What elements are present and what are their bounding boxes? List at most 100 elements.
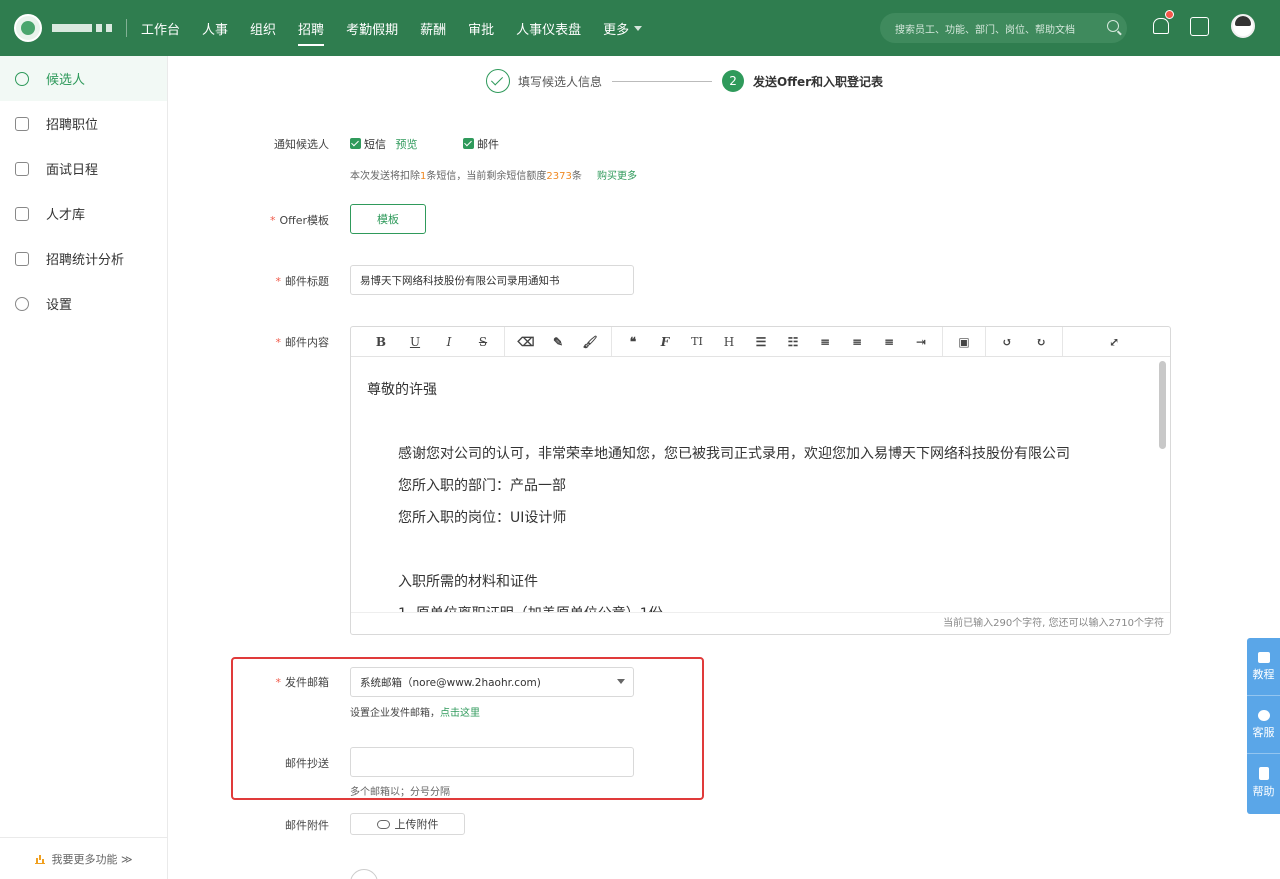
tutorial-icon bbox=[1257, 651, 1270, 663]
image-icon[interactable]: ▣ bbox=[953, 335, 975, 349]
float-label: 帮助 bbox=[1252, 785, 1275, 798]
font-size-icon[interactable]: TI bbox=[686, 335, 708, 348]
people-icon bbox=[15, 71, 29, 86]
chat-icon bbox=[1257, 709, 1270, 721]
nav-salary[interactable]: 薪酬 bbox=[420, 0, 446, 56]
nav-workbench[interactable]: 工作台 bbox=[141, 0, 180, 56]
undo-icon[interactable]: ↺ bbox=[996, 335, 1018, 349]
nav-more[interactable]: 更多 bbox=[603, 0, 643, 56]
underline-icon[interactable]: U bbox=[404, 335, 426, 349]
align-center-icon[interactable]: ≡ bbox=[846, 335, 868, 349]
customer-service-button[interactable]: 客服 bbox=[1247, 696, 1280, 754]
attach-label: 邮件附件 bbox=[285, 819, 329, 832]
briefcase-icon bbox=[15, 116, 29, 131]
expand-icon[interactable]: ⤢ bbox=[1103, 335, 1125, 349]
help-button[interactable]: 帮助 bbox=[1247, 754, 1280, 812]
editor-toolbar: B U I S ⌫ ✎ 🖌 ❝ F TI H ☰ ☷ ≡ ≡ ≡ ⇥ ▣ ↺ ↻… bbox=[351, 327, 1170, 357]
avatar[interactable] bbox=[1231, 14, 1255, 38]
sms-label: 短信 bbox=[364, 138, 386, 151]
tutorial-button[interactable]: 教程 bbox=[1247, 638, 1280, 696]
editor-scrollbar[interactable] bbox=[1159, 361, 1166, 449]
strikethrough-icon[interactable]: S bbox=[472, 335, 494, 349]
nav-hr[interactable]: 人事 bbox=[202, 0, 228, 56]
nav-attendance[interactable]: 考勤假期 bbox=[346, 0, 398, 56]
bar-chart-icon bbox=[15, 251, 29, 266]
rich-text-editor[interactable]: B U I S ⌫ ✎ 🖌 ❝ F TI H ☰ ☷ ≡ ≡ ≡ ⇥ ▣ ↺ ↻… bbox=[350, 326, 1171, 635]
quote-icon[interactable]: ❝ bbox=[622, 335, 644, 349]
sms-preview-link[interactable]: 预览 bbox=[396, 138, 418, 151]
sender-setup-link[interactable]: 点击这里 bbox=[440, 708, 480, 719]
sms-note: 本次发送将扣除1条短信，当前剩余短信额度2373条 购买更多 bbox=[350, 167, 637, 182]
eraser-icon[interactable]: ⌫ bbox=[515, 335, 537, 349]
cloud-upload-icon bbox=[376, 819, 390, 829]
heading-icon[interactable]: H bbox=[718, 335, 740, 349]
subject-input[interactable]: 易博天下网络科技股份有限公司录用通知书 bbox=[350, 265, 634, 295]
sms-checkbox[interactable]: 短信 bbox=[350, 138, 386, 151]
upload-button-label: 上传附件 bbox=[394, 818, 439, 831]
sidebar-item-interviews[interactable]: 面试日程 bbox=[0, 146, 167, 191]
bullet-list-icon[interactable]: ☰ bbox=[750, 335, 772, 349]
brush-icon[interactable]: 🖌 bbox=[579, 335, 601, 349]
gear-icon bbox=[15, 296, 29, 311]
upload-button[interactable]: 上传附件 bbox=[350, 813, 465, 835]
subject-label: * 邮件标题 bbox=[275, 275, 330, 288]
step-2-number: 2 bbox=[722, 70, 745, 92]
bold-icon[interactable]: B bbox=[370, 335, 392, 349]
align-left-icon[interactable]: ≡ bbox=[814, 335, 836, 349]
content-label-text: 邮件内容 bbox=[285, 336, 329, 349]
top-navbar: 工作台 人事 组织 招聘 考勤假期 薪酬 审批 人事仪表盘 更多 搜索员工、功能… bbox=[0, 0, 1280, 56]
sidebar-item-analytics[interactable]: 招聘统计分析 bbox=[0, 236, 167, 281]
org-name-redacted bbox=[52, 24, 112, 32]
numbered-list-icon[interactable]: ☷ bbox=[782, 335, 804, 349]
nav-more-label: 更多 bbox=[603, 22, 630, 38]
indent-icon[interactable]: ⇥ bbox=[910, 335, 932, 349]
notification-dot bbox=[1165, 10, 1174, 19]
sidebar-item-label: 设置 bbox=[46, 298, 73, 313]
buy-more-link[interactable]: 购买更多 bbox=[597, 171, 637, 182]
editor-line: 感谢您对公司的认可，非常荣幸地通知您，您已被我司正式录用，欢迎您加入易博天下网络… bbox=[398, 446, 1070, 462]
sidebar-item-positions[interactable]: 招聘职位 bbox=[0, 101, 167, 146]
global-search-input[interactable]: 搜索员工、功能、部门、岗位、帮助文档 bbox=[880, 13, 1127, 43]
main-nav: 工作台 人事 组织 招聘 考勤假期 薪酬 审批 人事仪表盘 更多 bbox=[141, 0, 664, 56]
nav-dashboard[interactable]: 人事仪表盘 bbox=[516, 0, 581, 56]
sidebar-item-settings[interactable]: 设置 bbox=[0, 281, 167, 326]
more-features-link[interactable]: 我要更多功能 ≫ bbox=[0, 837, 168, 879]
sidebar-item-candidates[interactable]: 候选人 bbox=[0, 56, 167, 101]
font-icon[interactable]: F bbox=[654, 335, 676, 349]
email-checkbox[interactable]: 邮件 bbox=[463, 138, 499, 151]
search-icon[interactable] bbox=[1107, 20, 1119, 32]
calendar-icon bbox=[15, 161, 29, 176]
document-icon bbox=[1258, 767, 1269, 780]
checkbox-checked-icon bbox=[350, 138, 361, 149]
align-right-icon[interactable]: ≡ bbox=[878, 335, 900, 349]
nav-recruit[interactable]: 招聘 bbox=[298, 0, 325, 56]
sidebar-item-label: 面试日程 bbox=[46, 163, 99, 178]
float-label: 客服 bbox=[1252, 725, 1275, 739]
sender-select[interactable]: 系统邮箱（nore@www.2haohr.com) bbox=[350, 667, 634, 697]
message-icon[interactable] bbox=[1189, 15, 1211, 37]
sidebar-item-talent-pool[interactable]: 人才库 bbox=[0, 191, 167, 236]
sms-note-text-a: 本次发送将扣除 bbox=[350, 171, 420, 182]
email-label: 邮件 bbox=[477, 138, 499, 151]
editor-content[interactable]: 尊敬的许强 感谢您对公司的认可，非常荣幸地通知您，您已被我司正式录用，欢迎您加入… bbox=[351, 358, 1156, 612]
sender-label: * 发件邮箱 bbox=[275, 676, 330, 689]
app-logo[interactable] bbox=[14, 14, 42, 42]
subject-label-text: 邮件标题 bbox=[285, 275, 329, 288]
editor-line: 您所入职的岗位：UI设计师 bbox=[398, 510, 567, 526]
pen-icon[interactable]: ✎ bbox=[547, 335, 569, 349]
step-1-label[interactable]: 填写候选人信息 bbox=[518, 73, 602, 90]
sender-label-text: 发件邮箱 bbox=[285, 676, 329, 689]
add-circle-icon[interactable] bbox=[350, 869, 378, 879]
template-button[interactable]: 模板 bbox=[350, 204, 426, 234]
checkbox-checked-icon bbox=[463, 138, 474, 149]
redo-icon[interactable]: ↻ bbox=[1030, 335, 1052, 349]
italic-icon[interactable]: I bbox=[438, 335, 460, 349]
notify-label: 通知候选人 bbox=[274, 138, 329, 151]
sidebar: 候选人 招聘职位 面试日程 人才库 招聘统计分析 设置 我要更多功能 ≫ bbox=[0, 56, 168, 879]
sms-balance: 2373 bbox=[546, 171, 572, 182]
editor-line bbox=[367, 534, 1156, 566]
editor-line bbox=[367, 406, 1156, 438]
nav-approval[interactable]: 审批 bbox=[468, 0, 494, 56]
cc-input[interactable] bbox=[350, 747, 634, 777]
nav-org[interactable]: 组织 bbox=[250, 0, 276, 56]
